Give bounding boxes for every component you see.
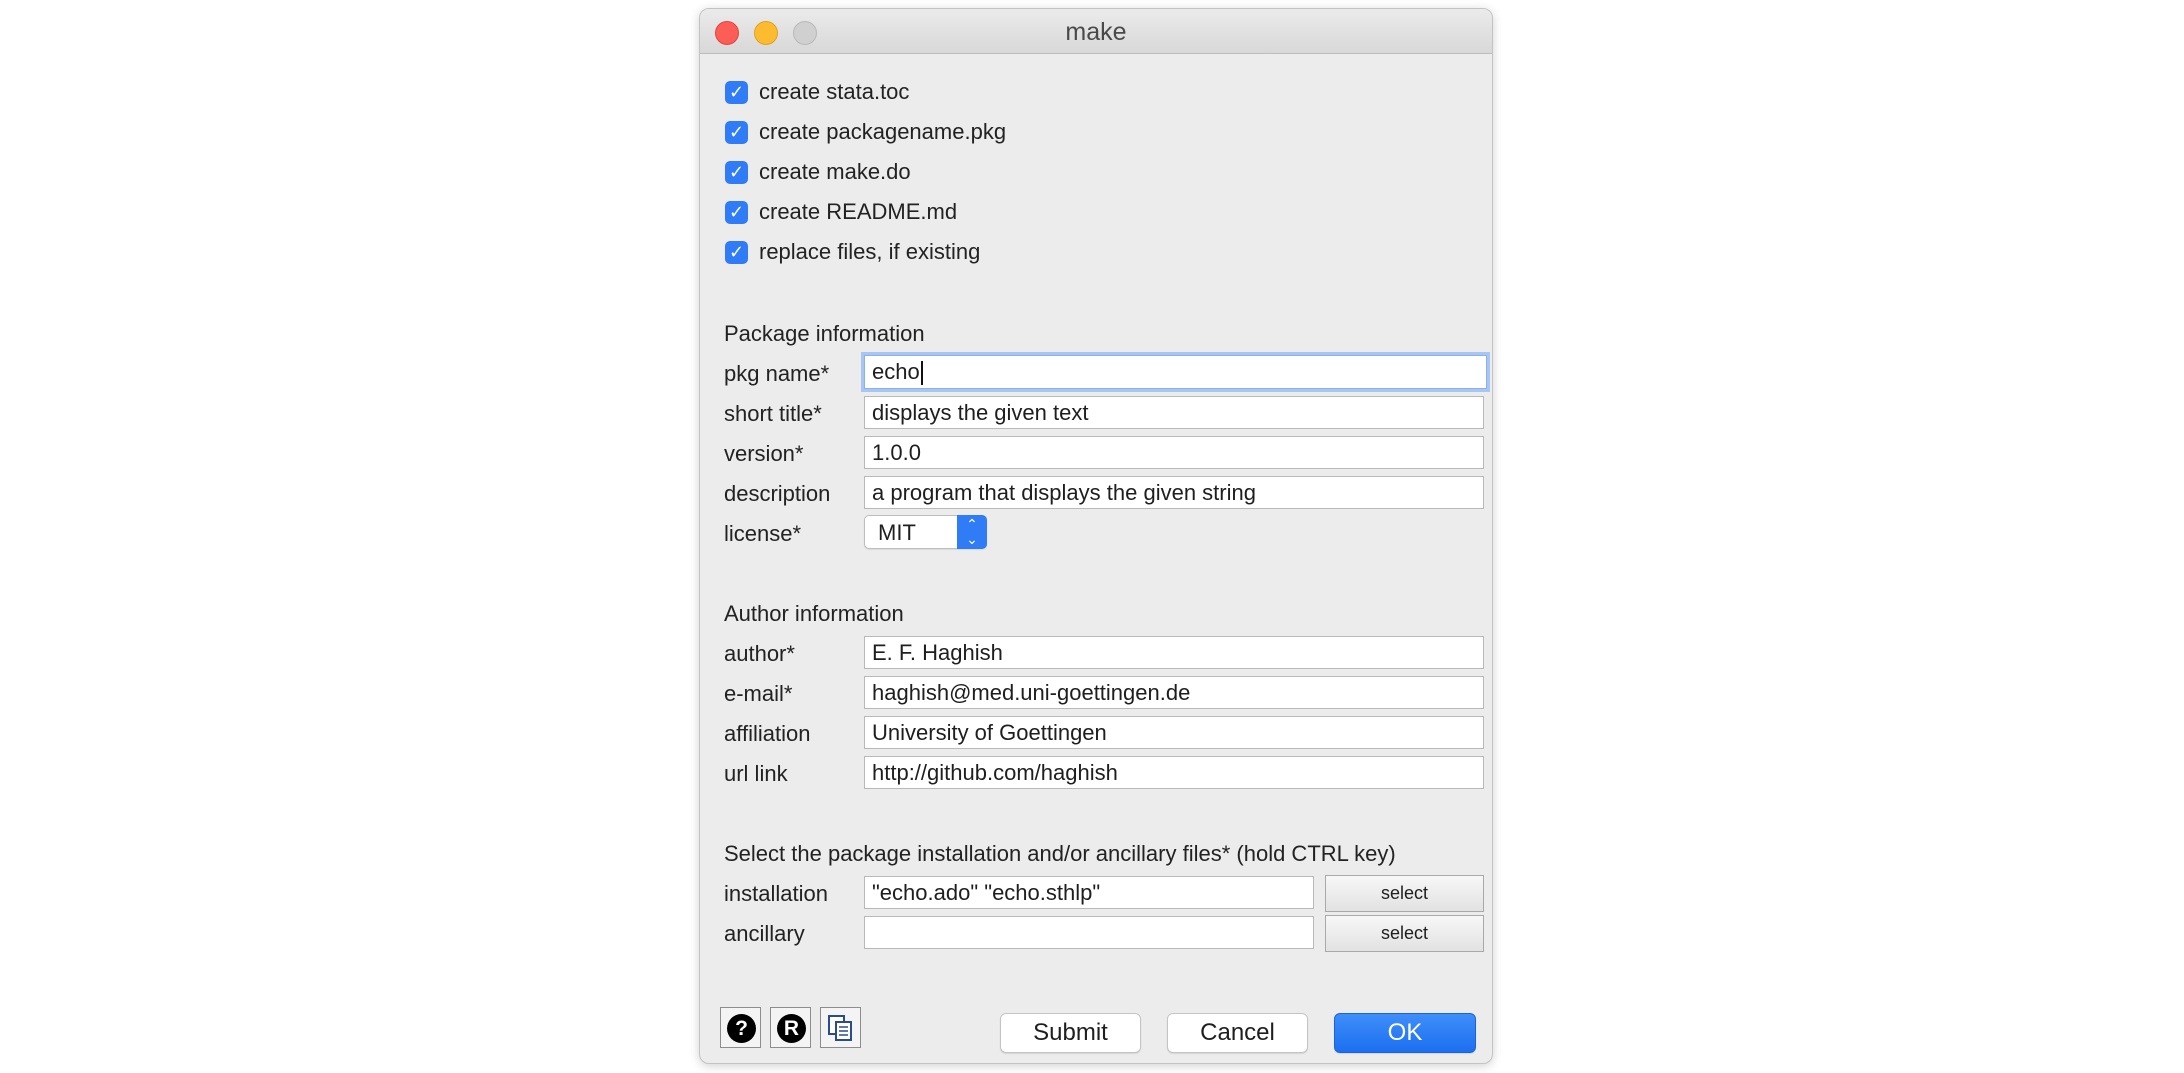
files-heading: Select the package installation and/or a…: [724, 841, 1396, 866]
submit-button[interactable]: Submit: [1000, 1013, 1141, 1053]
option-label: create packagename.pkg: [759, 119, 1007, 144]
description-label: description: [724, 481, 831, 506]
ok-button[interactable]: OK: [1334, 1013, 1476, 1053]
affiliation-label: affiliation: [724, 721, 811, 746]
installation-label: installation: [724, 881, 828, 906]
select-ancillary-button[interactable]: select: [1325, 915, 1484, 952]
make-dialog: make ✓ create stata.toc ✓ create package…: [699, 8, 1493, 1064]
email-label: e-mail*: [724, 681, 793, 706]
description-field[interactable]: a program that displays the given string: [864, 476, 1484, 509]
option-label: replace files, if existing: [759, 239, 981, 264]
affiliation-field[interactable]: University of Goettingen: [864, 716, 1484, 749]
short-title-field[interactable]: displays the given text: [864, 396, 1484, 429]
chevron-up-down-icon: ⌃ ⌄: [957, 515, 987, 549]
cancel-button[interactable]: Cancel: [1167, 1013, 1308, 1053]
version-field[interactable]: 1.0.0: [864, 436, 1484, 469]
copy-icon: [828, 1015, 852, 1041]
help-icon: ?: [727, 1014, 756, 1043]
license-select[interactable]: MIT ⌃ ⌄: [864, 515, 987, 549]
version-label: version*: [724, 441, 804, 466]
installation-field[interactable]: "echo.ado" "echo.sthlp": [864, 876, 1314, 909]
author-field[interactable]: E. F. Haghish: [864, 636, 1484, 669]
ancillary-field[interactable]: [864, 916, 1314, 949]
replace-files-checkbox[interactable]: ✓: [725, 241, 748, 264]
option-label: create stata.toc: [759, 79, 910, 104]
license-label: license*: [724, 521, 802, 546]
pkg-name-field[interactable]: echo: [864, 355, 1487, 389]
short-title-label: short title*: [724, 401, 822, 426]
create-readme-checkbox[interactable]: ✓: [725, 201, 748, 224]
pkg-name-label: pkg name*: [724, 361, 830, 386]
r-button[interactable]: R: [770, 1007, 811, 1048]
package-info-heading: Package information: [724, 321, 925, 346]
option-label: create README.md: [759, 199, 958, 224]
select-installation-button[interactable]: select: [1325, 875, 1484, 912]
text-caret: [920, 361, 923, 386]
create-packagename-pkg-checkbox[interactable]: ✓: [725, 121, 748, 144]
url-label: url link: [724, 761, 788, 786]
author-info-heading: Author information: [724, 601, 904, 626]
title-bar: make: [700, 9, 1492, 54]
create-make-do-checkbox[interactable]: ✓: [725, 161, 748, 184]
help-button[interactable]: ?: [720, 1007, 761, 1048]
author-label: author*: [724, 641, 795, 666]
option-label: create make.do: [759, 159, 911, 184]
r-icon: R: [777, 1014, 806, 1043]
create-stata-toc-checkbox[interactable]: ✓: [725, 81, 748, 104]
ancillary-label: ancillary: [724, 921, 805, 946]
window-title: make: [1065, 18, 1127, 46]
copy-button[interactable]: [820, 1007, 861, 1048]
url-field[interactable]: http://github.com/haghish: [864, 756, 1484, 789]
email-field[interactable]: haghish@med.uni-goettingen.de: [864, 676, 1484, 709]
license-value: MIT: [878, 520, 916, 545]
